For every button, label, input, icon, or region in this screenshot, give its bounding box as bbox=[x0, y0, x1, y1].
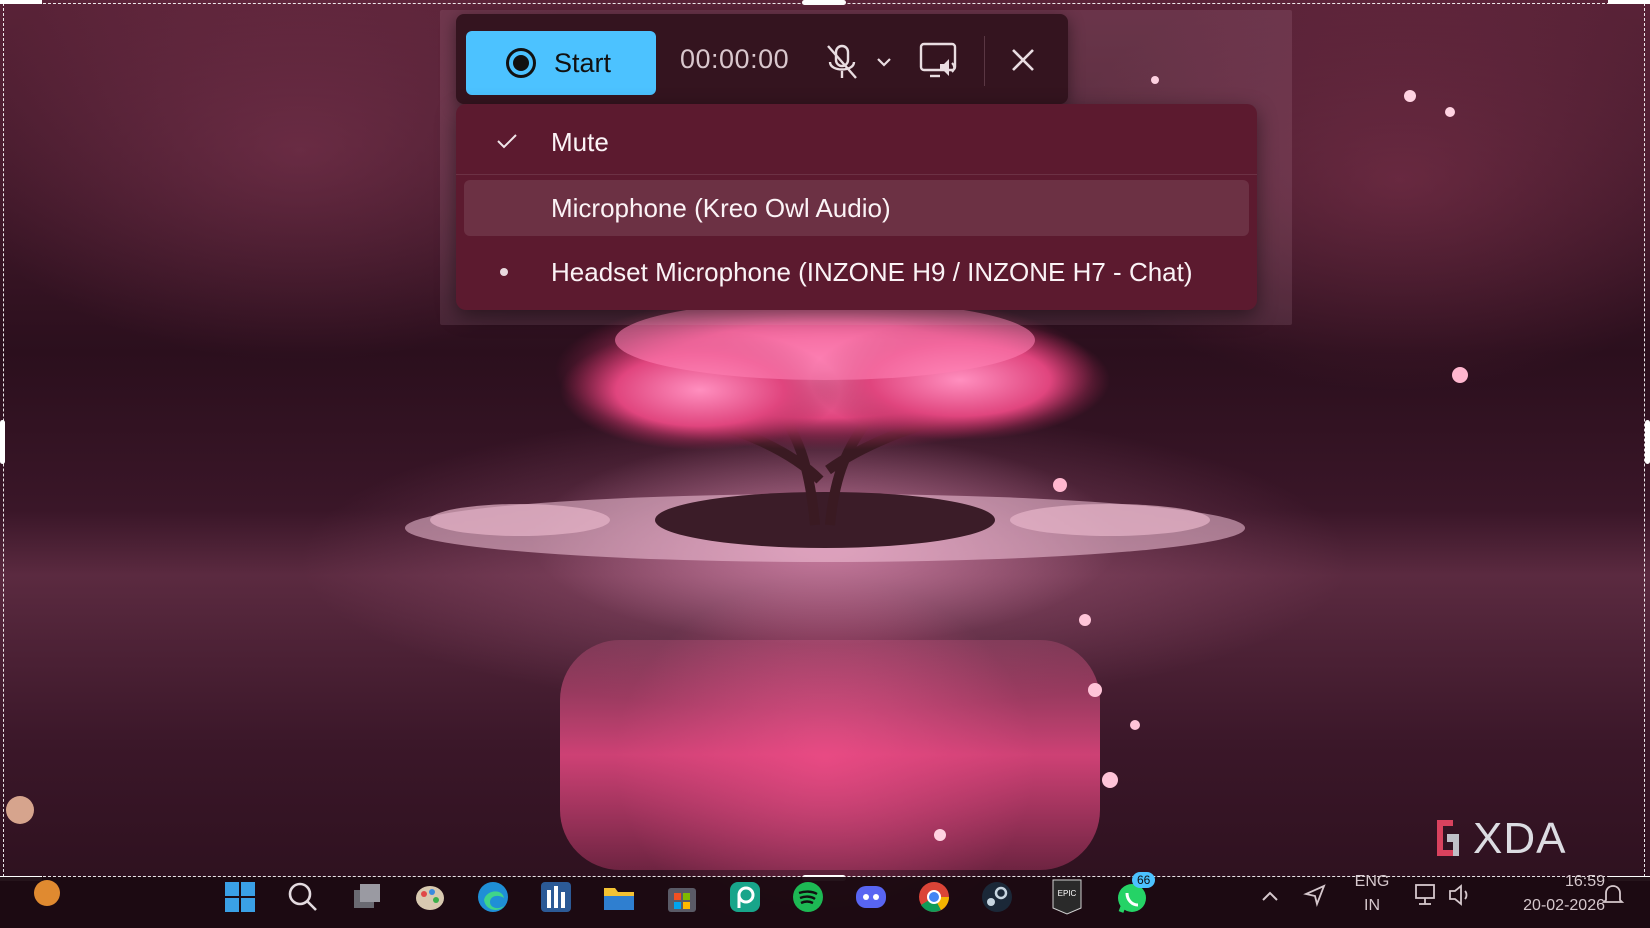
menu-separator bbox=[456, 174, 1257, 175]
task-view-icon[interactable] bbox=[348, 878, 386, 916]
file-explorer-icon[interactable] bbox=[600, 878, 638, 916]
region-indicator[interactable]: IN bbox=[1350, 897, 1394, 915]
close-icon bbox=[1012, 49, 1034, 71]
store-icon[interactable] bbox=[663, 878, 701, 916]
microphone-muted-icon bbox=[827, 44, 857, 79]
menu-item-kreo-microphone[interactable]: Microphone (Kreo Owl Audio) bbox=[464, 180, 1249, 236]
menu-item-headset-microphone[interactable]: Headset Microphone (INZONE H9 / INZONE H… bbox=[464, 244, 1249, 300]
resize-handle-top[interactable] bbox=[802, 0, 846, 5]
selected-bullet-icon bbox=[500, 268, 508, 276]
menu-item-mute[interactable]: Mute bbox=[464, 114, 1249, 170]
system-audio-icon bbox=[919, 42, 957, 78]
steam-icon[interactable] bbox=[978, 878, 1016, 916]
chevron-down-icon[interactable] bbox=[872, 50, 896, 74]
menu-item-label: Headset Microphone (INZONE H9 / INZONE H… bbox=[551, 256, 1193, 287]
epic-games-icon[interactable]: EPIC bbox=[1050, 878, 1084, 916]
menu-item-label: Mute bbox=[551, 126, 609, 157]
xda-logo: XDA bbox=[1433, 812, 1593, 864]
clock-time[interactable]: 16:59 bbox=[1495, 873, 1605, 891]
recording-timer: 00:00:00 bbox=[680, 44, 790, 74]
corner-handle-top-left[interactable] bbox=[0, 0, 42, 4]
volume-icon[interactable] bbox=[1446, 882, 1474, 908]
notification-bell-icon[interactable] bbox=[1600, 882, 1626, 908]
whatsapp-badge: 66 bbox=[1132, 872, 1156, 888]
record-icon bbox=[506, 48, 536, 78]
menu-item-label: Microphone (Kreo Owl Audio) bbox=[551, 192, 891, 223]
xda-text: XDA bbox=[1473, 814, 1567, 863]
picsart-icon[interactable] bbox=[726, 878, 764, 916]
start-recording-button[interactable]: Start bbox=[466, 31, 656, 95]
widgets-icon[interactable] bbox=[34, 880, 60, 906]
language-indicator[interactable]: ENG bbox=[1350, 873, 1394, 891]
spotify-icon[interactable] bbox=[789, 878, 827, 916]
start-icon[interactable] bbox=[221, 878, 259, 916]
start-label: Start bbox=[554, 47, 612, 78]
chrome-icon[interactable] bbox=[915, 878, 953, 916]
clock-date[interactable]: 20-02-2026 bbox=[1495, 897, 1605, 915]
corner-handle-top-right[interactable] bbox=[1608, 0, 1650, 4]
close-button[interactable] bbox=[1005, 42, 1041, 78]
search-icon[interactable] bbox=[284, 878, 322, 916]
microphone-menu: Mute Microphone (Kreo Owl Audio) Headset… bbox=[456, 104, 1257, 310]
network-icon[interactable] bbox=[1412, 882, 1440, 908]
recording-toolbar: Start 00:00:00 bbox=[456, 14, 1068, 104]
discord-icon[interactable] bbox=[852, 878, 890, 916]
edge-icon[interactable] bbox=[474, 878, 512, 916]
chevron-up-icon[interactable] bbox=[1258, 886, 1282, 906]
resize-handle-right[interactable] bbox=[1645, 420, 1650, 464]
app-icon[interactable] bbox=[537, 878, 575, 916]
resize-handle-left[interactable] bbox=[0, 420, 5, 464]
checkmark-icon bbox=[497, 134, 517, 149]
paint-icon[interactable] bbox=[411, 878, 449, 916]
microphone-button[interactable] bbox=[820, 40, 900, 84]
toolbar-divider bbox=[984, 36, 985, 86]
system-audio-button[interactable] bbox=[916, 38, 960, 82]
svg-text:EPIC: EPIC bbox=[1058, 889, 1077, 898]
location-icon[interactable] bbox=[1302, 882, 1328, 908]
